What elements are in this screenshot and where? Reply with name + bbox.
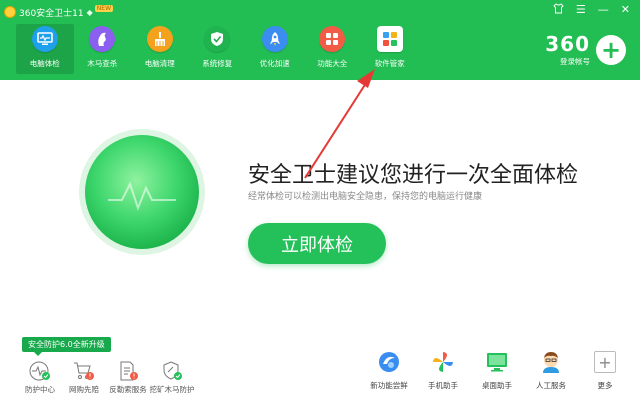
nav-item-computer-checkup[interactable]: 电脑体检 [16, 24, 74, 74]
new-badge: NEW [94, 4, 114, 12]
title-bar: 360安全卫士11 ◆ NEW [4, 4, 114, 20]
tool-label: 更多 [597, 381, 613, 390]
tool-label: 新功能尝鲜 [370, 381, 408, 390]
grid-icon [319, 26, 346, 52]
cart-icon [74, 362, 94, 380]
app-window: 360安全卫士11 ◆ NEW ☰ — ✕ 电脑体检 木马查杀 电脑清理 系统修… [0, 0, 640, 410]
nav-label: 电脑体检 [29, 59, 60, 68]
nav-label: 木马查杀 [87, 59, 118, 68]
skin-icon[interactable] [553, 3, 564, 17]
nav-label: 系统修复 [202, 59, 233, 68]
desktop-icon [485, 350, 509, 374]
diamond-icon[interactable]: ◆ [87, 8, 93, 17]
protection-label: 挖矿木马防护 [149, 385, 195, 394]
protection-item-center[interactable]: 防护中心 [18, 360, 62, 395]
protection-item-ransomware[interactable]: 反勒索服务 [106, 360, 150, 395]
plus-logo-icon[interactable]: + [596, 35, 626, 65]
agent-icon [539, 350, 563, 374]
protection-label: 网购先赔 [69, 385, 99, 394]
header: 360安全卫士11 ◆ NEW ☰ — ✕ 电脑体检 木马查杀 电脑清理 系统修… [0, 0, 640, 80]
nav-item-trojan-scan[interactable]: 木马查杀 [74, 24, 132, 74]
monitor-icon [31, 26, 58, 52]
protection-list: 防护中心 网购先赔 反勒索服务 挖矿木马防护 [18, 360, 195, 395]
login-link[interactable]: 登录帐号 [560, 56, 590, 67]
mining-shield-icon [163, 361, 182, 380]
scan-orb [79, 129, 205, 255]
protection-item-shopping[interactable]: 网购先赔 [62, 360, 106, 395]
app-title: 360安全卫士11 [19, 8, 84, 19]
tool-label: 桌面助手 [482, 381, 512, 390]
tool-new-features[interactable]: 新功能尝鲜 [362, 350, 416, 391]
nav-label: 优化加速 [259, 59, 290, 68]
main-subtitle: 经常体检可以检测出电脑安全隐患，保持您的电脑运行健康 [248, 192, 483, 202]
upgrade-badge[interactable]: 安全防护6.0全新升级 [22, 337, 111, 356]
protection-label: 防护中心 [25, 385, 55, 394]
rocket-icon [261, 26, 288, 52]
close-icon[interactable]: ✕ [621, 3, 630, 17]
plus-icon: + [594, 351, 616, 373]
app-logo-icon [4, 6, 16, 18]
minimize-icon[interactable]: — [598, 3, 609, 17]
shield-icon [204, 26, 231, 52]
tool-more[interactable]: + 更多 [578, 350, 632, 391]
pinwheel-icon [431, 350, 455, 374]
window-controls: ☰ — ✕ [553, 3, 630, 17]
nav-label: 功能大全 [317, 59, 348, 68]
brand-logo-text: 360 [545, 31, 590, 56]
horse-icon [89, 26, 116, 52]
tools-list: 新功能尝鲜 手机助手 桌面助手 人工服务 + 更多 [362, 350, 632, 391]
account-area[interactable]: 360 登录帐号 + [545, 30, 626, 70]
apps-icon [376, 26, 403, 52]
nav-label: 软件管家 [374, 59, 405, 68]
tool-phone-assistant[interactable]: 手机助手 [416, 350, 470, 391]
nav-item-all-features[interactable]: 功能大全 [304, 24, 362, 74]
nav-item-optimize-speed[interactable]: 优化加速 [246, 24, 304, 74]
nav-label: 电脑清理 [144, 59, 175, 68]
start-checkup-button[interactable]: 立即体检 [248, 223, 386, 264]
protection-item-mining[interactable]: 挖矿木马防护 [149, 360, 195, 395]
swirl-icon [377, 350, 401, 374]
tool-label: 人工服务 [536, 381, 566, 390]
broom-icon [146, 26, 173, 52]
nav-item-computer-clean[interactable]: 电脑清理 [131, 24, 189, 74]
nav-item-software-manager[interactable]: 软件管家 [361, 24, 419, 74]
protection-label: 反勒索服务 [109, 385, 147, 394]
tool-human-service[interactable]: 人工服务 [524, 350, 578, 391]
main-nav: 电脑体检 木马查杀 电脑清理 系统修复 优化加速 功能大全 软件管家 [16, 24, 419, 74]
document-shield-icon [120, 361, 138, 381]
main-title: 安全卫士建议您进行一次全面体检 [248, 163, 579, 188]
tool-desktop-assistant[interactable]: 桌面助手 [470, 350, 524, 391]
menu-icon[interactable]: ☰ [576, 3, 586, 17]
pulse-icon [29, 361, 50, 381]
nav-item-system-repair[interactable]: 系统修复 [189, 24, 247, 74]
tool-label: 手机助手 [428, 381, 458, 390]
